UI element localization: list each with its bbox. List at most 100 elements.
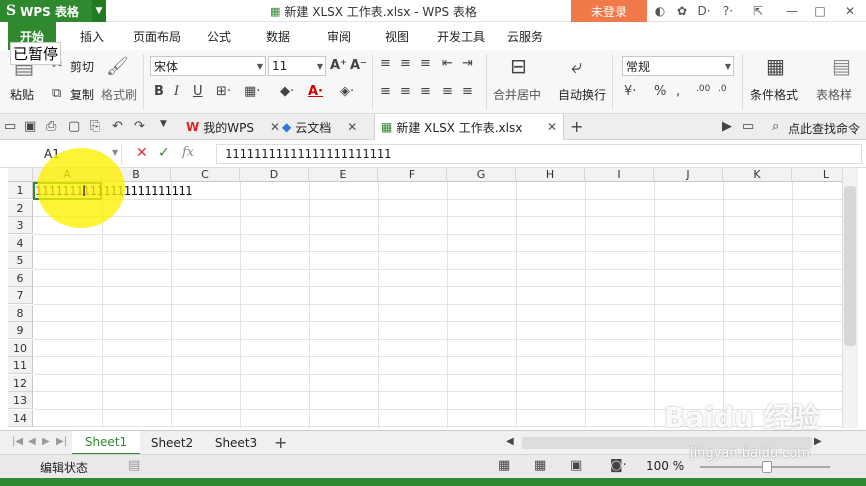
restore-window-icon[interactable]: ⇱	[750, 3, 766, 19]
cancel-icon[interactable]: ✕	[136, 145, 148, 161]
tab-formulas[interactable]: 公式	[207, 28, 231, 45]
increase-decimal-icon[interactable]: .00	[696, 84, 710, 94]
page-layout-view-icon[interactable]: ▦	[534, 458, 546, 473]
column-header-g[interactable]: G	[447, 168, 516, 182]
cut-button[interactable]: 剪切	[70, 58, 94, 75]
chevron-down-icon[interactable]: ▼	[112, 148, 118, 157]
italic-icon[interactable]: I	[174, 84, 179, 99]
add-sheet-icon[interactable]: +	[274, 433, 287, 452]
conditional-format-button[interactable]: 条件格式	[750, 86, 798, 103]
column-header-e[interactable]: E	[309, 168, 378, 182]
decrease-font-icon[interactable]: A⁻	[350, 58, 367, 73]
tab-insert[interactable]: 插入	[80, 28, 104, 45]
bold-icon[interactable]: B	[154, 84, 164, 99]
column-header-f[interactable]: F	[378, 168, 447, 182]
maximize-icon[interactable]: □	[812, 3, 828, 19]
confirm-icon[interactable]: ✓	[158, 145, 170, 161]
format-painter-button[interactable]: 格式刷	[101, 86, 137, 103]
tab-cloud-docs[interactable]: ◆ 云文档 ✕	[276, 114, 363, 140]
align-top-icon[interactable]: ≡	[380, 56, 391, 71]
close-icon[interactable]: ✕	[547, 120, 557, 134]
print-preview-icon[interactable]: ⎙	[46, 119, 56, 134]
align-bottom-icon[interactable]: ≡	[420, 56, 431, 71]
tab-active-document[interactable]: ▦ 新建 XLSX 工作表.xlsx ✕	[374, 114, 564, 140]
fill-color-icon[interactable]: ◆·	[280, 84, 294, 99]
align-right-icon[interactable]: ≡	[420, 84, 431, 99]
close-icon[interactable]: ✕	[842, 3, 858, 19]
minimize-icon[interactable]: —	[784, 3, 800, 19]
chat-icon[interactable]: ▭	[742, 119, 754, 134]
settings-icon[interactable]: ✿	[674, 3, 690, 19]
merge-center-button[interactable]: 合并居中	[493, 86, 541, 103]
indent-increase-icon[interactable]: ⇥	[462, 56, 473, 71]
row-header-12[interactable]: 12	[8, 374, 33, 392]
underline-icon[interactable]: U	[193, 84, 203, 99]
select-all-corner[interactable]	[8, 168, 33, 182]
export-pdf-icon[interactable]: ▢	[68, 119, 80, 134]
column-header-j[interactable]: J	[654, 168, 723, 182]
redo-icon[interactable]: ↷	[134, 119, 145, 134]
tab-developer[interactable]: 开发工具	[437, 28, 485, 45]
table-style-button[interactable]: 表格样	[816, 86, 852, 103]
row-header-11[interactable]: 11	[8, 357, 33, 374]
tab-page-layout[interactable]: 页面布局	[133, 28, 181, 45]
number-format-select[interactable]: 常规 ▼	[622, 56, 734, 76]
page-break-view-icon[interactable]: ▣	[570, 458, 582, 473]
merge-border-icon[interactable]: ▦·	[244, 84, 260, 99]
app-menu-button[interactable]: S WPS 表格 ▼	[0, 0, 106, 22]
help-icon[interactable]: ?·	[720, 3, 736, 19]
increase-font-icon[interactable]: A⁺	[330, 58, 347, 73]
spreadsheet-grid[interactable]: ABCDEFGHIJKL 1234567891011121314 1111111…	[8, 168, 842, 428]
login-button[interactable]: 未登录	[571, 0, 647, 22]
skin-icon[interactable]: ◐	[652, 3, 668, 19]
row-header-2[interactable]: 2	[8, 199, 33, 217]
row-header-7[interactable]: 7	[8, 287, 33, 304]
new-tab-icon[interactable]: +	[570, 117, 583, 136]
share-icon[interactable]: D·	[696, 3, 712, 19]
row-header-3[interactable]: 3	[8, 217, 33, 234]
indent-decrease-icon[interactable]: ⇤	[442, 56, 453, 71]
justify-icon[interactable]: ≡	[442, 84, 453, 99]
currency-icon[interactable]: ¥·	[624, 84, 636, 99]
row-header-6[interactable]: 6	[8, 269, 33, 287]
prev-sheet-icon[interactable]: ◀	[28, 436, 36, 447]
row-header-14[interactable]: 14	[8, 409, 33, 427]
row-header-1[interactable]: 1	[8, 182, 33, 199]
row-header-4[interactable]: 4	[8, 234, 33, 252]
close-icon[interactable]: ✕	[347, 120, 357, 134]
first-sheet-icon[interactable]: |◀	[12, 436, 23, 447]
chevron-down-icon[interactable]: ▼	[92, 0, 106, 22]
clear-format-icon[interactable]: ◈·	[340, 84, 354, 99]
normal-view-icon[interactable]: ▦	[498, 458, 510, 473]
command-search[interactable]: 点此查找命令	[788, 120, 860, 137]
insert-function-icon[interactable]: fx	[182, 145, 194, 160]
last-sheet-icon[interactable]: ▶|	[56, 436, 67, 447]
print-icon[interactable]: ⎘	[90, 119, 100, 134]
column-header-c[interactable]: C	[171, 168, 240, 182]
tab-cloud-service[interactable]: 云服务	[507, 28, 543, 45]
align-center-icon[interactable]: ≡	[400, 84, 411, 99]
border-icon[interactable]: ⊞·	[216, 84, 231, 99]
vertical-scroll-thumb[interactable]	[844, 186, 856, 346]
paste-button[interactable]: 粘贴	[10, 86, 34, 103]
row-header-8[interactable]: 8	[8, 304, 33, 322]
font-name-select[interactable]: 宋体 ▼	[150, 56, 266, 76]
row-header-5[interactable]: 5	[8, 252, 33, 269]
tab-review[interactable]: 审阅	[327, 28, 351, 45]
video-icon[interactable]: ▶	[722, 119, 732, 134]
row-header-9[interactable]: 9	[8, 322, 33, 339]
wrap-text-button[interactable]: 自动换行	[558, 86, 606, 103]
sheet-tab-3[interactable]: Sheet3	[204, 431, 268, 455]
scroll-left-icon[interactable]: ◀	[506, 436, 514, 447]
column-header-k[interactable]: K	[723, 168, 792, 182]
formula-input[interactable]: 11111111111111111111111	[216, 144, 862, 164]
eye-protection-icon[interactable]: ◙·	[610, 458, 627, 473]
column-header-h[interactable]: H	[516, 168, 585, 182]
distributed-icon[interactable]: ≡	[462, 84, 473, 99]
customize-dropdown-icon[interactable]: ▼	[160, 119, 167, 129]
copy-button[interactable]: 复制	[70, 86, 94, 103]
align-left-icon[interactable]: ≡	[380, 84, 391, 99]
macro-icon[interactable]: ▤	[128, 458, 140, 473]
undo-icon[interactable]: ↶	[112, 119, 123, 134]
zoom-slider-thumb[interactable]	[762, 461, 772, 473]
